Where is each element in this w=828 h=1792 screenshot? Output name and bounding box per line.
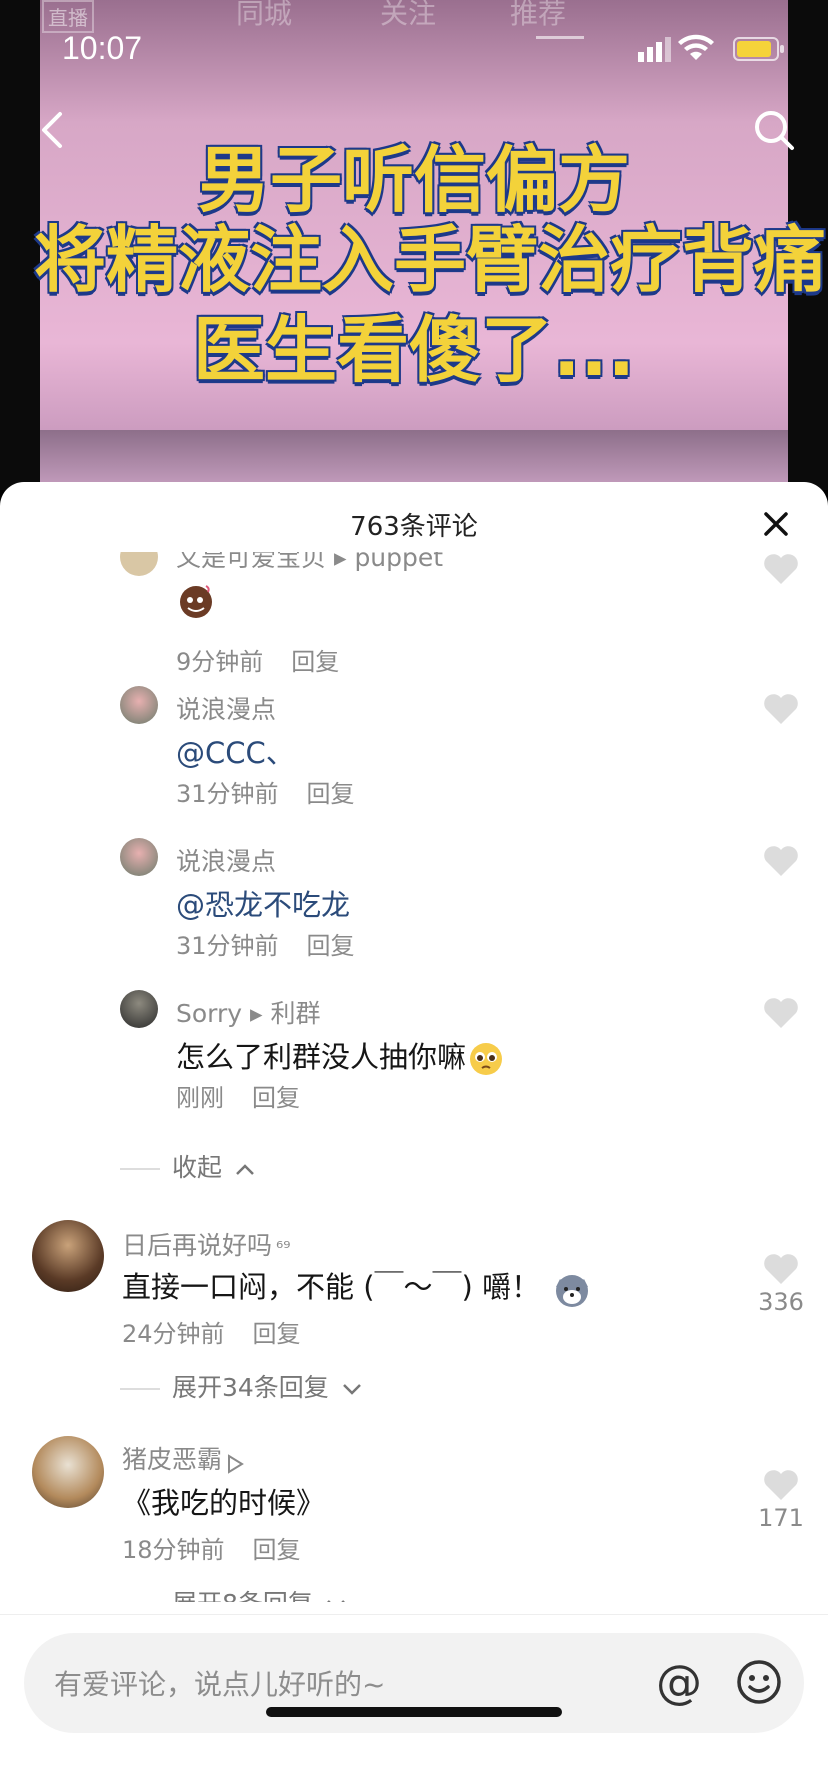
husky-emoji-icon <box>552 1269 592 1309</box>
comment-list[interactable]: 又是可爱宝贝 ▸ puppet 9分钟前 回复 说浪漫点 @CCC、 31分钟前回… <box>0 552 828 1602</box>
heart-icon[interactable] <box>762 996 800 1030</box>
author-badge: ⁶⁹ <box>276 1238 291 1259</box>
avatar[interactable] <box>32 1220 104 1292</box>
reply-meta: 31分钟前 回复 <box>176 774 355 809</box>
comment-meta: 18分钟前 回复 <box>122 1530 301 1565</box>
heart-icon[interactable] <box>762 692 800 726</box>
avatar[interactable] <box>120 686 158 724</box>
reply-text-content: 怎么了利群没人抽你嘛 <box>176 1040 467 1074</box>
reply-time: 31分钟前 <box>176 932 279 960</box>
reply-button[interactable]: 回复 <box>307 932 355 960</box>
reply-meta: 刚刚 回复 <box>176 1078 300 1113</box>
chevron-up-icon <box>236 1164 254 1175</box>
avatar[interactable] <box>120 990 158 1028</box>
expand-replies-button[interactable]: 展开8条回复 <box>120 1584 347 1602</box>
avatar[interactable] <box>120 838 158 876</box>
reply-text: 怎么了利群没人抽你嘛 <box>176 1034 504 1077</box>
chevron-down-icon <box>326 1600 345 1602</box>
pleading-face-icon <box>468 1041 504 1077</box>
overlay-line-2: 将精液注入手臂治疗背痛 <box>33 220 826 300</box>
collapse-replies-button[interactable]: 收起 <box>120 1148 256 1184</box>
top-tabs: 直播 同城 关注 推荐 <box>0 0 828 39</box>
expand-label: 展开34条回复 <box>172 1373 329 1402</box>
battery-icon <box>733 37 784 61</box>
status-icons <box>638 34 788 64</box>
reply-item: 又是可爱宝贝 ▸ puppet 9分钟前 回复 <box>0 552 828 676</box>
reply-author[interactable]: 说浪漫点 <box>176 842 276 878</box>
overlay-line-1: 男子听信偏方 <box>197 138 630 222</box>
reply-button[interactable]: 回复 <box>253 1320 301 1348</box>
comment-text-content: 直接一口闷，不能 (￣～￣) 嚼！ <box>122 1270 541 1304</box>
comment-input-bar: 有爱评论，说点儿好听的~ @ <box>0 1614 828 1792</box>
overlay-line-3: 医生看傻了... <box>192 308 636 392</box>
comments-count-title: 763条评论 <box>350 512 478 542</box>
author-name: 日后再说好吗 <box>122 1231 273 1260</box>
close-icon[interactable] <box>760 508 792 540</box>
comment-meta: 24分钟前 回复 <box>122 1314 301 1349</box>
tab-following[interactable]: 关注 <box>380 0 436 32</box>
comment-input-placeholder: 有爱评论，说点儿好听的~ <box>54 1668 386 1701</box>
avatar[interactable] <box>120 552 158 576</box>
reply-text: @恐龙不吃龙 <box>176 888 351 922</box>
heart-icon[interactable] <box>762 844 800 878</box>
reply-item: 说浪漫点 @CCC、 31分钟前 回复 <box>0 686 828 816</box>
author-name: 猪皮恶霸 <box>122 1445 223 1474</box>
mention-button[interactable]: @ <box>656 1655 702 1709</box>
expand-label: 展开8条回复 <box>172 1589 313 1602</box>
wifi-icon <box>678 34 714 60</box>
comment-input[interactable]: 有爱评论，说点儿好听的~ @ <box>24 1633 804 1733</box>
status-time: 10:07 <box>62 30 143 66</box>
divider <box>120 1388 160 1390</box>
reply-item: Sorry ▸ 利群 怎么了利群没人抽你嘛 刚刚 回复 <box>0 990 828 1120</box>
reply-text: @CCC、 <box>176 736 295 770</box>
reply-item: 说浪漫点 @恐龙不吃龙 31分钟前 回复 <box>0 838 828 968</box>
heart-icon[interactable] <box>762 1468 800 1502</box>
reply-button[interactable]: 回复 <box>253 1536 301 1564</box>
comment-time: 24分钟前 <box>122 1320 225 1348</box>
reply-author[interactable]: Sorry ▸ 利群 <box>176 994 321 1030</box>
tab-indicator <box>536 36 584 39</box>
heart-icon[interactable] <box>762 552 800 586</box>
reply-time: 刚刚 <box>176 1084 224 1112</box>
tab-recommend[interactable]: 推荐 <box>510 0 566 32</box>
heart-icon[interactable] <box>762 1252 800 1286</box>
like-count: 336 <box>758 1288 804 1316</box>
tab-live[interactable]: 直播 <box>42 0 94 33</box>
play-badge-icon <box>226 1451 244 1474</box>
divider <box>120 1168 160 1170</box>
comment-time: 18分钟前 <box>122 1536 225 1564</box>
reply-meta: 9分钟前 回复 <box>176 642 339 677</box>
home-indicator <box>266 1707 562 1717</box>
comment-text: 直接一口闷，不能 (￣～￣) 嚼！ <box>122 1264 592 1309</box>
signal-icon <box>638 37 671 62</box>
avatar[interactable] <box>32 1436 104 1508</box>
video-frame-bottom <box>40 430 788 490</box>
like-count: 171 <box>758 1504 804 1532</box>
reply-time: 31分钟前 <box>176 780 279 808</box>
comment-text: 《我吃的时候》 <box>122 1486 326 1520</box>
comment-item: 猪皮恶霸 《我吃的时候》 18分钟前回复 171 展开8条回复 <box>0 1436 828 1602</box>
collapse-label: 收起 <box>172 1153 223 1182</box>
reply-button[interactable]: 回复 <box>252 1084 300 1112</box>
video-player[interactable]: 直播 同城 关注 推荐 10:07 男子听信偏方 将精液注入手臂治疗背痛 医生看… <box>0 0 828 490</box>
reply-author[interactable]: 说浪漫点 <box>176 690 276 726</box>
comment-item: 日后再说好吗 ⁶⁹ 直接一口闷，不能 (￣～￣) 嚼！ 24分钟前 回复 336 展… <box>0 1220 828 1440</box>
chevron-down-icon <box>342 1384 361 1395</box>
comment-author[interactable]: 猪皮恶霸 <box>122 1440 244 1476</box>
emoji-icon[interactable] <box>736 1659 782 1705</box>
expand-replies-button[interactable]: 展开34条回复 <box>120 1368 363 1404</box>
reply-author[interactable]: 又是可爱宝贝 ▸ puppet <box>176 552 443 574</box>
reply-time: 9分钟前 <box>176 648 264 676</box>
emoji-sticker <box>176 580 216 620</box>
comment-author[interactable]: 日后再说好吗 ⁶⁹ <box>122 1226 290 1262</box>
reply-meta: 31分钟前 回复 <box>176 926 355 961</box>
reply-button[interactable]: 回复 <box>291 648 339 676</box>
tab-local[interactable]: 同城 <box>236 0 292 32</box>
comments-sheet: 763条评论 又是可爱宝贝 ▸ puppet 9分钟前 回复 说浪漫点 @CCC、… <box>0 482 828 1792</box>
reply-button[interactable]: 回复 <box>307 780 355 808</box>
